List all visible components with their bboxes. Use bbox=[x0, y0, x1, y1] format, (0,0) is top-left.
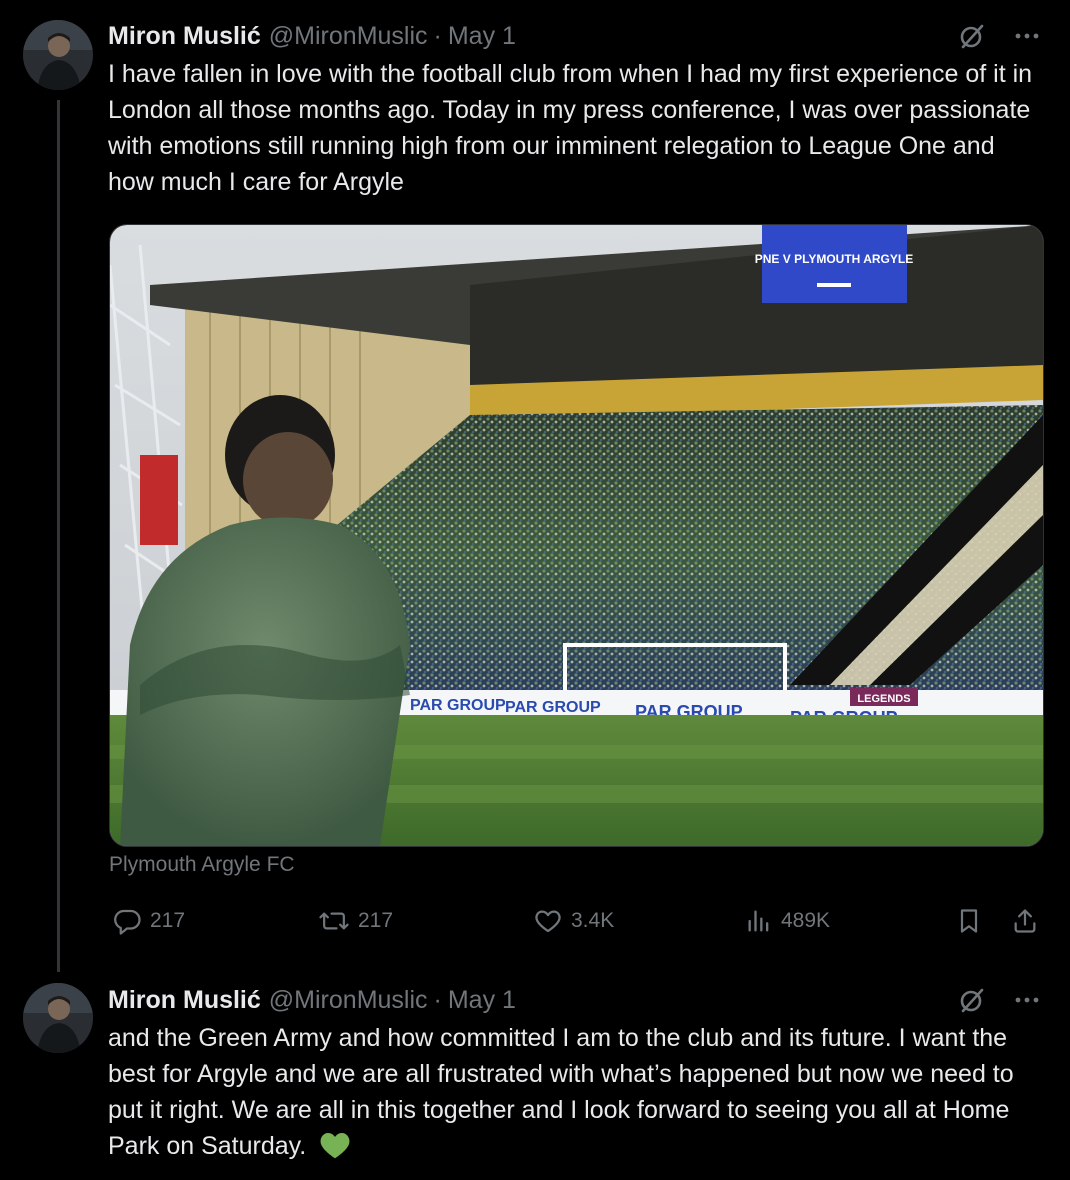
header-separator: · bbox=[433, 985, 442, 1014]
author-handle[interactable]: @MironMuslic bbox=[269, 22, 428, 51]
tweet-1[interactable]: Miron Muslić @MironMuslic · May 1 I have… bbox=[0, 0, 1070, 972]
avatar[interactable] bbox=[23, 983, 93, 1053]
tweet-text: and the Green Army and how committed I a… bbox=[108, 1020, 1043, 1170]
views-icon bbox=[748, 910, 769, 932]
bookmark-button[interactable] bbox=[955, 906, 983, 936]
grok-icon[interactable] bbox=[958, 986, 986, 1019]
ad-board-2: PAR GROUP bbox=[505, 699, 601, 716]
reply-count: 217 bbox=[150, 909, 186, 932]
like-count: 3.4K bbox=[571, 909, 615, 932]
avatar-photo bbox=[23, 20, 93, 90]
author-name[interactable]: Miron Muslić bbox=[108, 22, 261, 51]
share-button[interactable] bbox=[1011, 906, 1039, 936]
tweet-text-body: and the Green Army and how committed I a… bbox=[108, 1024, 1014, 1160]
ad-board-1: PAR GROUP bbox=[410, 697, 506, 714]
legends-board: LEGENDS bbox=[857, 693, 910, 705]
grok-icon[interactable] bbox=[958, 22, 986, 55]
tweet-media-photo[interactable]: PNE V PLYMOUTH ARGYLE PAR GROUP PAR GROU… bbox=[109, 224, 1044, 847]
tweet-header: Miron Muslić @MironMuslic · May 1 bbox=[108, 984, 516, 1016]
author-handle[interactable]: @MironMuslic bbox=[269, 986, 428, 1015]
tweet-header: Miron Muslić @MironMuslic · May 1 bbox=[108, 20, 516, 52]
tweet-actions: 217 217 3.4K 489K bbox=[0, 900, 1070, 944]
repost-button[interactable]: 217 bbox=[318, 906, 393, 936]
author-name[interactable]: Miron Muslić bbox=[108, 986, 261, 1015]
more-icon[interactable] bbox=[1014, 987, 1040, 1018]
header-icons bbox=[958, 986, 1040, 1019]
thread-connector-line bbox=[57, 100, 60, 972]
repost-count: 217 bbox=[358, 909, 394, 932]
reply-button[interactable]: 217 bbox=[112, 906, 185, 936]
header-icons bbox=[958, 22, 1040, 55]
tweet-date[interactable]: May 1 bbox=[448, 22, 516, 51]
tweet-date[interactable]: May 1 bbox=[448, 986, 516, 1015]
repost-icon bbox=[319, 912, 349, 930]
views-count: 489K bbox=[781, 909, 831, 932]
scoreboard-text: PNE V PLYMOUTH ARGYLE bbox=[755, 252, 913, 266]
bookmark-icon bbox=[960, 909, 978, 933]
header-separator: · bbox=[433, 21, 442, 50]
tweet-text: I have fallen in love with the football … bbox=[108, 60, 1033, 196]
stadium-photo: PNE V PLYMOUTH ARGYLE PAR GROUP PAR GROU… bbox=[110, 225, 1043, 846]
more-icon[interactable] bbox=[1014, 23, 1040, 54]
avatar[interactable] bbox=[23, 20, 93, 90]
share-icon bbox=[1014, 909, 1036, 933]
green-heart-icon bbox=[319, 1130, 351, 1170]
views-button[interactable]: 489K bbox=[745, 906, 830, 936]
media-caption: Plymouth Argyle FC bbox=[109, 853, 295, 876]
like-button[interactable]: 3.4K bbox=[533, 906, 614, 936]
like-icon bbox=[535, 910, 561, 933]
avatar-photo bbox=[23, 983, 93, 1053]
tweet-2[interactable]: Miron Muslić @MironMuslic · May 1 and th… bbox=[0, 970, 1070, 1180]
reply-icon bbox=[114, 909, 141, 935]
